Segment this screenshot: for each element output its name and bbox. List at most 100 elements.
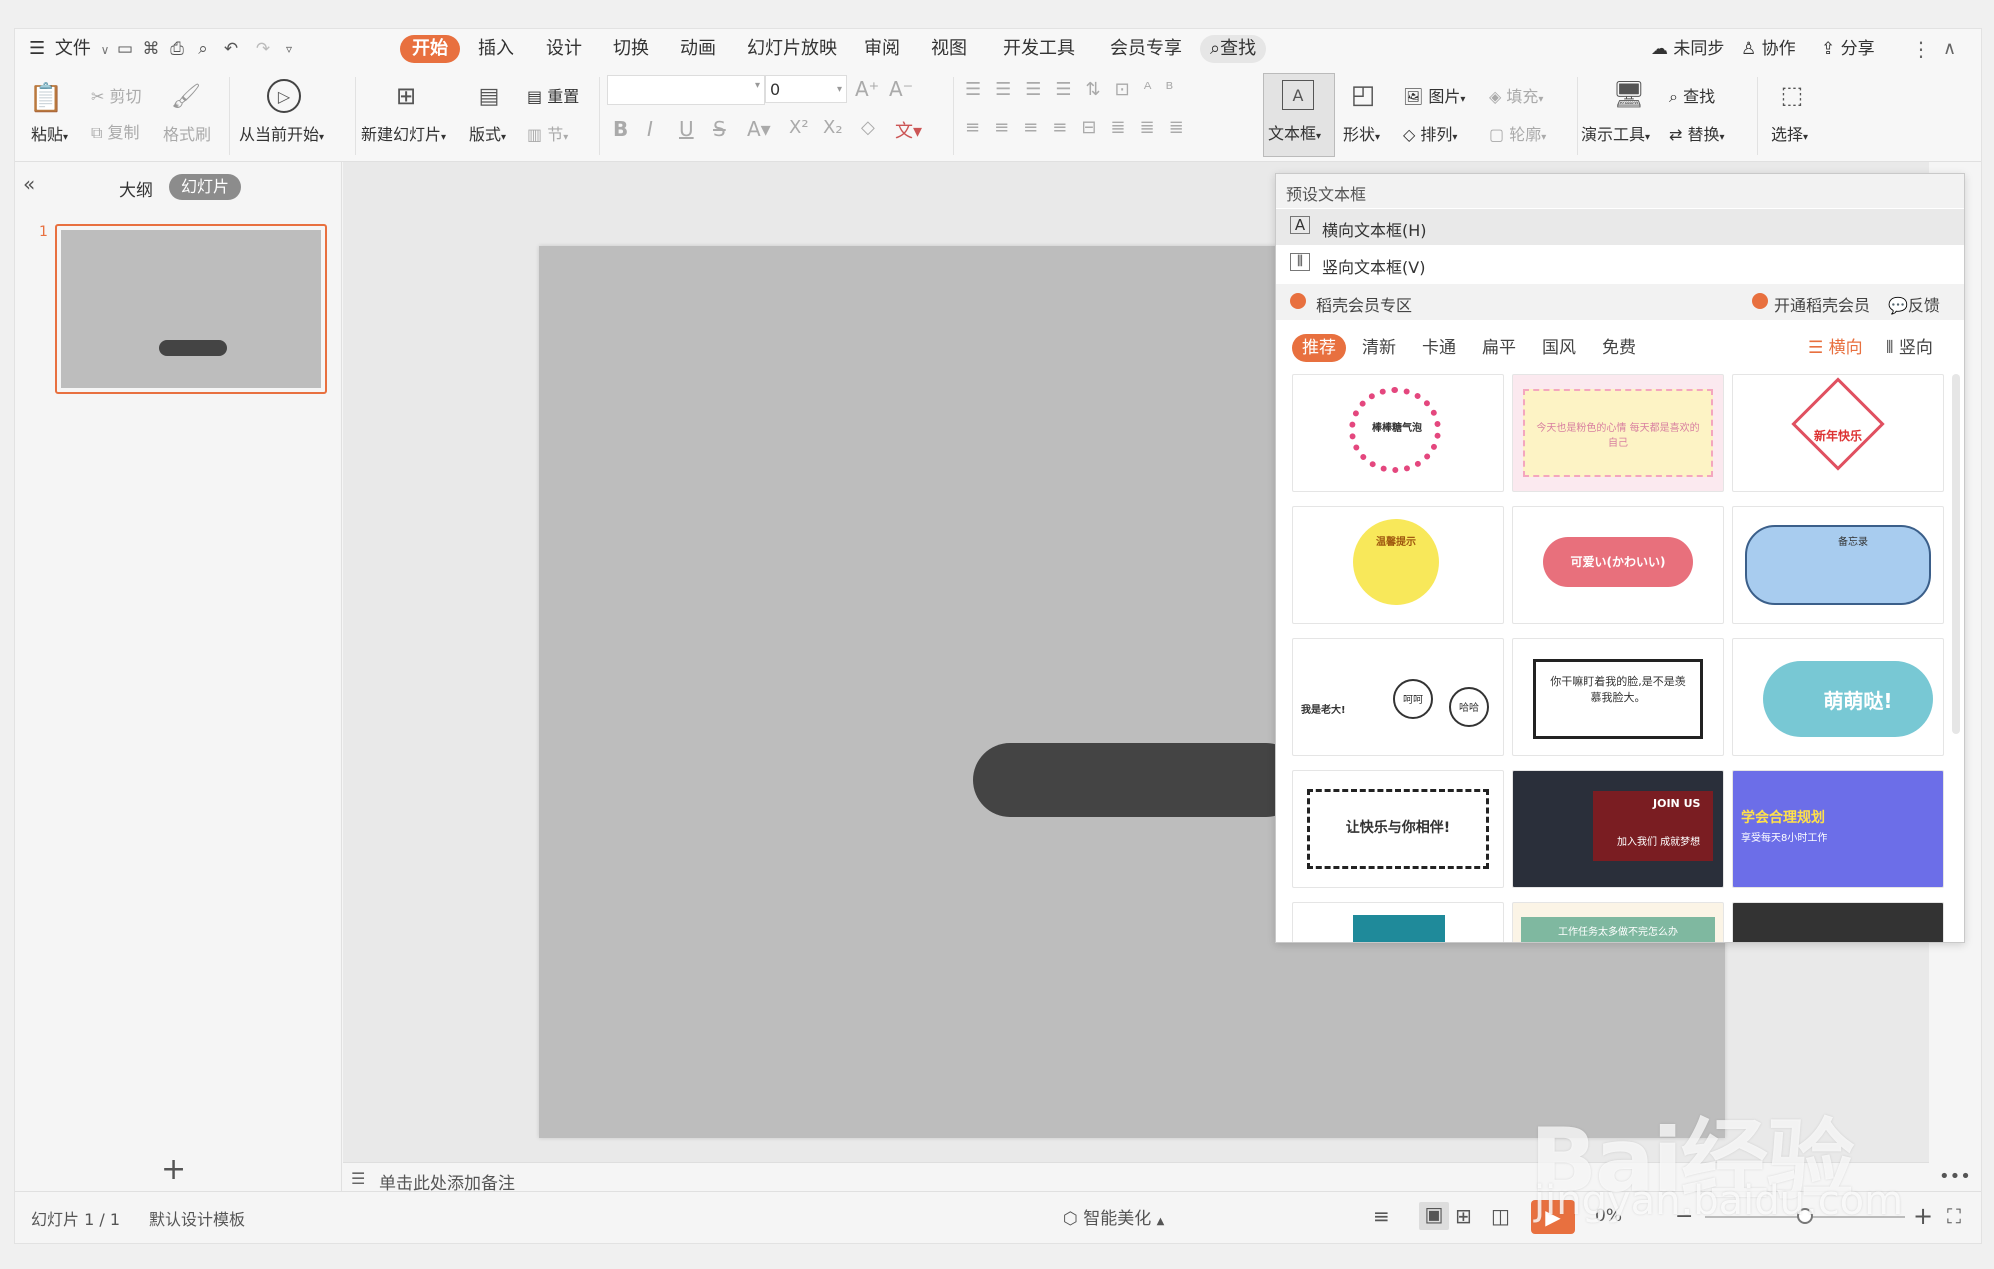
select-button[interactable]: 选择▾: [1771, 121, 1808, 145]
add-slide-icon[interactable]: +: [161, 1152, 186, 1187]
slide-thumbnail[interactable]: [55, 224, 327, 394]
presentation-tools-icon[interactable]: 🖥: [1611, 77, 1647, 113]
select-icon[interactable]: ⬚: [1775, 77, 1809, 113]
presentation-tools-button[interactable]: 演示工具▾: [1581, 121, 1650, 145]
replace-button[interactable]: ⇄ 替换▾: [1669, 121, 1725, 145]
clear-format-icon[interactable]: ◇: [861, 117, 875, 138]
underline-icon[interactable]: U: [679, 117, 694, 141]
collapse-panel-icon[interactable]: «: [23, 172, 35, 196]
template-thumb[interactable]: 棒棒糖气泡: [1292, 374, 1504, 492]
tab-outline[interactable]: 大纲: [119, 176, 153, 201]
tab-transitions[interactable]: 切换: [613, 29, 649, 69]
tab-slides[interactable]: 幻灯片: [169, 174, 242, 200]
paragraph-row-2[interactable]: ≡≡≡≡⊟≣≣≣: [965, 117, 1198, 138]
gallery-tab-cartoon[interactable]: 卡通: [1422, 334, 1456, 362]
template-thumb[interactable]: JOIN US 加入我们 成就梦想: [1512, 770, 1724, 888]
layout-button[interactable]: 版式▾: [469, 121, 506, 145]
tab-member[interactable]: 会员专享: [1110, 29, 1182, 69]
template-thumb[interactable]: 工作任务太多做不完怎么办: [1512, 902, 1724, 942]
reading-view-icon[interactable]: ◫: [1491, 1204, 1510, 1228]
copy-button[interactable]: ⧉ 复制: [91, 119, 140, 143]
template-thumb[interactable]: 备忘录: [1732, 506, 1944, 624]
save-icon[interactable]: ▭: [113, 37, 137, 61]
template-thumb[interactable]: 让快乐与你相伴!: [1292, 770, 1504, 888]
phonetic-icon[interactable]: 文▾: [895, 117, 922, 143]
sync-status[interactable]: ☁ 未同步: [1651, 29, 1724, 69]
slide-sorter-icon[interactable]: ⊞: [1455, 1204, 1472, 1228]
tab-insert[interactable]: 插入: [478, 29, 514, 69]
tab-animations[interactable]: 动画: [680, 29, 716, 69]
undo-icon[interactable]: ↶: [219, 37, 243, 61]
bold-icon[interactable]: B: [613, 117, 628, 141]
normal-view-icon[interactable]: ▣: [1419, 1202, 1449, 1230]
new-slide-button[interactable]: 新建幻灯片▾: [361, 121, 446, 145]
tab-view[interactable]: 视图: [931, 29, 967, 69]
print-preview-icon[interactable]: ⌕: [191, 37, 215, 61]
shape-icon[interactable]: ◰: [1345, 77, 1381, 113]
font-name-select[interactable]: ▾: [607, 75, 765, 105]
template-thumb[interactable]: 可爱い(かわいい): [1512, 506, 1724, 624]
shape-button[interactable]: 形状▾: [1343, 121, 1380, 145]
format-painter-icon[interactable]: 🖌: [171, 79, 201, 113]
tab-review[interactable]: 审阅: [864, 29, 900, 69]
rounded-rectangle-shape[interactable]: [973, 743, 1303, 817]
font-size-select[interactable]: 0 ▾: [765, 75, 847, 103]
paste-button[interactable]: 粘贴▾: [31, 121, 68, 145]
search-box[interactable]: ⌕查找: [1200, 35, 1267, 63]
format-painter-quick-icon[interactable]: ⌘: [139, 37, 163, 61]
arrange-button[interactable]: ◇ 排列▾: [1403, 121, 1457, 145]
fit-window-icon[interactable]: ⛶: [1947, 1204, 1961, 1228]
outline-button[interactable]: ▢ 轮廓▾: [1489, 121, 1546, 145]
gallery-tab-fresh[interactable]: 清新: [1362, 334, 1396, 362]
picture-button[interactable]: 🖼 图片▾: [1403, 83, 1465, 107]
tab-home[interactable]: 开始: [400, 35, 460, 63]
redo-icon[interactable]: ↷: [251, 37, 275, 61]
collapse-ribbon-icon[interactable]: ∧: [1943, 29, 1956, 69]
font-color-icon[interactable]: A▾: [747, 117, 771, 141]
template-thumb[interactable]: 你干嘛盯着我的脸,是不是羡慕我脸大。: [1512, 638, 1724, 756]
new-slide-icon[interactable]: ⊞: [389, 79, 423, 113]
orient-vertical-toggle[interactable]: ⦀ 竖向: [1886, 334, 1933, 362]
horizontal-textbox-item[interactable]: A 横向文本框(H): [1276, 209, 1964, 245]
template-status[interactable]: 默认设计模板: [149, 1206, 245, 1230]
format-painter-button[interactable]: 格式刷: [163, 121, 211, 145]
superscript-icon[interactable]: X²: [789, 117, 809, 138]
quick-access-more-icon[interactable]: ▿: [277, 37, 301, 61]
zoom-in-icon[interactable]: +: [1913, 1202, 1933, 1230]
template-thumb[interactable]: 萌萌哒!: [1732, 638, 1944, 756]
gallery-tab-flat[interactable]: 扁平: [1482, 334, 1516, 362]
layout-icon[interactable]: ▤: [473, 81, 505, 111]
template-thumb[interactable]: [1292, 902, 1504, 942]
template-thumb[interactable]: 温馨提示: [1292, 506, 1504, 624]
vertical-textbox-item[interactable]: ⫼ 竖向文本框(V): [1276, 246, 1964, 282]
gallery-tab-chinese[interactable]: 国风: [1542, 334, 1576, 362]
collab-button[interactable]: ♙ 协作: [1741, 29, 1796, 69]
fill-button[interactable]: ◈ 填充▾: [1489, 83, 1543, 107]
print-icon[interactable]: ⎙: [165, 37, 189, 61]
smart-beautify-button[interactable]: ⬡ 智能美化 ▲: [1063, 1204, 1164, 1229]
reset-button[interactable]: ▤ 重置: [527, 83, 579, 107]
more-menu-icon[interactable]: ⋮: [1911, 29, 1931, 69]
find-button[interactable]: ⌕ 查找: [1669, 83, 1715, 107]
template-thumb[interactable]: 新年快乐: [1732, 374, 1944, 492]
paragraph-row-1[interactable]: ☰☰☰☰⇅⊡ᴬᴮ: [965, 79, 1187, 100]
textbox-button[interactable]: A 文本框▾: [1263, 73, 1335, 157]
file-menu[interactable]: ☰ 文件 ∨: [29, 29, 109, 69]
template-thumb[interactable]: 我是老大! 呵呵 哈哈: [1292, 638, 1504, 756]
orient-horizontal-toggle[interactable]: ☰ 横向: [1808, 334, 1863, 362]
play-icon[interactable]: ▷: [267, 79, 301, 113]
gallery-scrollbar[interactable]: [1952, 374, 1960, 734]
paste-icon[interactable]: 📋: [29, 79, 64, 115]
more-options-icon[interactable]: •••: [1939, 1166, 1971, 1187]
cut-button[interactable]: ✂ 剪切: [91, 83, 142, 107]
share-button[interactable]: ⇪ 分享: [1821, 29, 1875, 69]
subscript-icon[interactable]: X₂: [823, 117, 843, 138]
template-thumb[interactable]: [1732, 902, 1944, 942]
section-button[interactable]: ▥ 节▾: [527, 121, 568, 145]
italic-icon[interactable]: I: [647, 117, 653, 141]
from-current-button[interactable]: 从当前开始▾: [239, 121, 324, 145]
increase-font-icon[interactable]: A⁺: [855, 77, 879, 101]
decrease-font-icon[interactable]: A⁻: [889, 77, 913, 101]
template-thumb[interactable]: 学会合理规划 享受每天8小时工作: [1732, 770, 1944, 888]
template-thumb[interactable]: 今天也是粉色的心情 每天都是喜欢的自己: [1512, 374, 1724, 492]
